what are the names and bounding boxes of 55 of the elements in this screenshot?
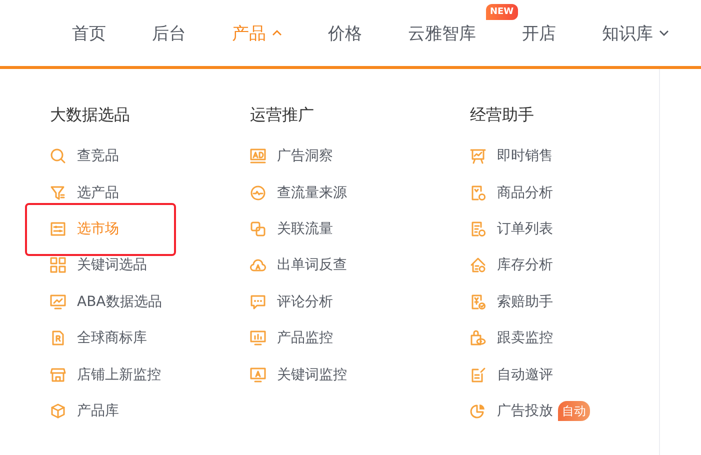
menu-item[interactable]: 全球商标库 [50,320,147,356]
cloud-icon [250,257,266,274]
menu-item[interactable]: 关键词监控 [250,356,347,393]
document-list-icon [470,220,486,237]
edit-note-icon [470,366,486,383]
search-icon [50,148,66,164]
menu-item[interactable]: 跟卖监控 [470,320,553,356]
cube-icon [50,402,66,419]
column-heading: 大数据选品 [50,104,131,126]
pie-chart-icon [470,402,486,419]
monitor-icon [250,366,266,383]
menu-item[interactable]: 即时销售 [470,138,553,174]
menu-item[interactable]: 查流量来源 [250,174,347,211]
document-icon [50,330,66,346]
chat-bubble-icon [250,294,266,310]
house-icon [470,257,486,274]
menu-item[interactable]: 产品库 [50,392,119,430]
monitor-bars-icon [250,330,266,346]
easel-chart-icon [470,148,486,164]
slider-panel-icon [50,220,66,237]
menu-item[interactable]: 库存分析 [470,247,553,284]
new-badge: NEW [486,4,518,20]
grid-icon [50,257,66,274]
shopping-bag-icon [470,330,486,346]
nav-tab[interactable]: 首页 [72,22,106,44]
document-check-icon [470,294,486,310]
monitor-chart-icon [50,294,66,310]
menu-item[interactable]: 关键词选品 [50,247,147,284]
menu-item[interactable]: 产品监控 [250,320,333,356]
funnel-icon [50,184,66,201]
overlapping-squares-icon [250,220,266,237]
nav-tab[interactable]: 价格 [328,22,362,44]
menu-item[interactable]: 订单列表 [470,210,553,248]
menu-item[interactable]: 自动邀评 [470,356,553,393]
ad-sign-icon [250,148,266,164]
column-heading: 经营助手 [470,104,535,126]
menu-item[interactable]: 商品分析 [470,174,553,211]
column-heading: 运营推广 [250,104,315,126]
storefront-icon [50,366,66,383]
nav-tab[interactable]: 后台 [152,22,186,44]
pulse-circle-icon [250,184,266,201]
nav-tab[interactable]: 知识库 [602,22,669,44]
menu-item[interactable]: 出单词反查 [250,247,347,284]
nav-tab[interactable]: 开店 [522,22,556,44]
menu-item[interactable]: 评论分析 [250,284,333,320]
menu-item[interactable]: 广告投放 自动 [470,392,590,430]
menu-item[interactable]: 关联流量 [250,210,333,248]
document-badge-icon [470,184,486,201]
menu-item[interactable]: 选产品 [50,174,119,211]
menu-item[interactable]: 店铺上新监控 [50,356,161,393]
menu-item[interactable]: 索赔助手 [470,284,553,320]
menu-item[interactable]: 查竞品 [50,138,119,174]
auto-badge: 自动 [558,400,590,421]
menu-item[interactable]: ABA数据选品 [50,284,162,320]
menu-item[interactable]: 广告洞察 [250,138,333,174]
